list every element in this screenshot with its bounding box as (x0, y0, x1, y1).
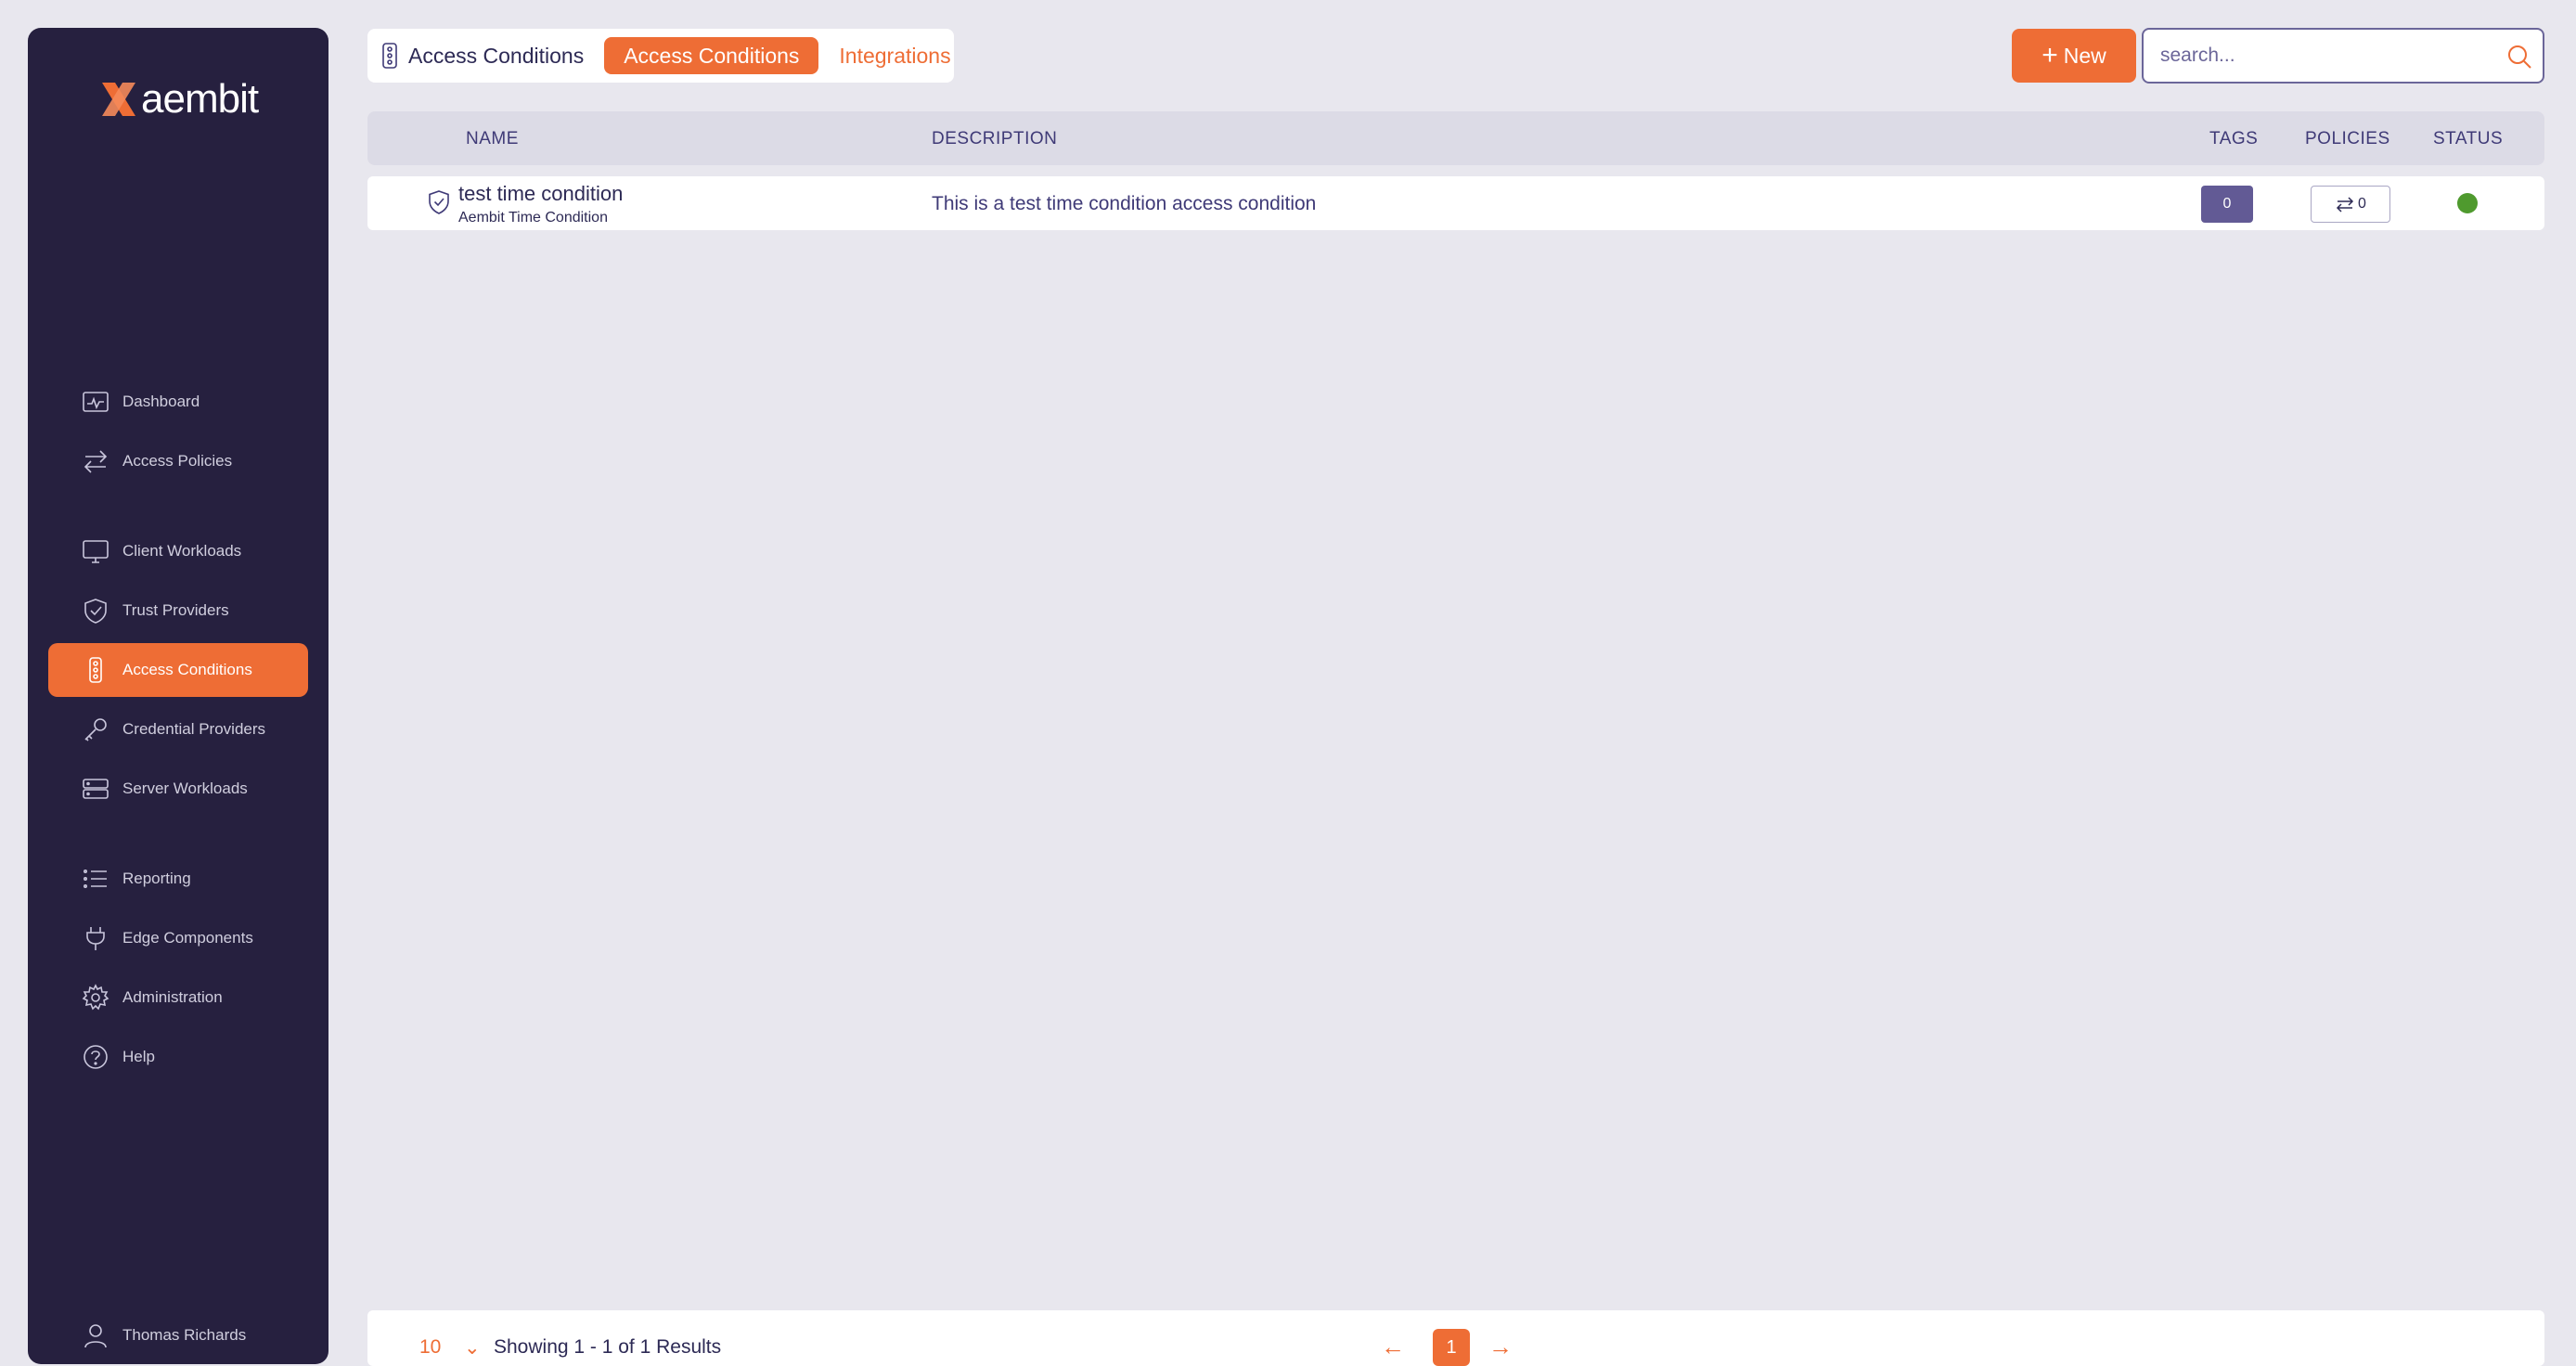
pagination-footer: 10 ⌄ Showing 1 - 1 of 1 Results ← 1 → (367, 1310, 2544, 1366)
condition-description: This is a test time condition access con… (932, 193, 1317, 214)
brand-name: aembit (141, 76, 259, 122)
sidebar-item-label: Administration (122, 988, 223, 1006)
shield-check-icon (429, 190, 449, 214)
sidebar-item-credential-providers[interactable]: Credential Providers (48, 702, 308, 756)
arrow-left-icon[interactable]: ← (1381, 1333, 1405, 1361)
page-size-select[interactable]: 10 (419, 1336, 441, 1359)
aembit-logo[interactable]: aembit (98, 76, 259, 122)
sidebar-item-label: Access Conditions (122, 661, 252, 678)
sidebar-item-label: Client Workloads (122, 542, 242, 560)
page-title: Access Conditions (408, 43, 585, 68)
column-header-status[interactable]: STATUS (2433, 129, 2503, 149)
table-row[interactable]: test time condition Aembit Time Conditio… (367, 176, 2544, 230)
sidebar-item-trust-providers[interactable]: Trust Providers (48, 584, 308, 638)
sidebar-item-edge-components[interactable]: Edge Components (48, 911, 308, 965)
plus-icon: + (2041, 40, 2058, 71)
sidebar-item-label: Dashboard (122, 393, 200, 410)
tab-access-conditions[interactable]: Access Conditions (604, 37, 819, 74)
gear-icon (82, 984, 109, 1012)
policies-count-badge[interactable]: 0 (2311, 186, 2390, 223)
column-header-policies[interactable]: POLICIES (2305, 129, 2390, 149)
aembit-logo-mark-icon (102, 83, 135, 116)
sidebar-item-help[interactable]: Help (48, 1030, 308, 1084)
sidebar-item-client-workloads[interactable]: Client Workloads (48, 524, 308, 578)
server-icon (82, 775, 109, 803)
sidebar-item-dashboard[interactable]: Dashboard (48, 375, 308, 429)
sidebar-item-server-workloads[interactable]: Server Workloads (48, 762, 308, 816)
arrows-exchange-icon (82, 447, 109, 475)
sidebar-item-label: Reporting (122, 870, 191, 887)
sidebar: aembit Dashboard Access Policies Client … (28, 28, 328, 1364)
table-header: NAME DESCRIPTION TAGS POLICIES STATUS (367, 111, 2544, 165)
new-button[interactable]: + New (2012, 29, 2136, 83)
tab-integrations[interactable]: Integrations (839, 44, 950, 69)
sidebar-item-label: Help (122, 1048, 155, 1065)
tags-count-badge[interactable]: 0 (2201, 186, 2253, 223)
section-tabs-bar: Access Conditions Access Conditions Inte… (367, 29, 954, 83)
plug-icon (82, 924, 109, 952)
arrows-exchange-icon (2336, 197, 2354, 213)
column-header-tags[interactable]: TAGS (2209, 129, 2258, 149)
help-circle-icon (82, 1043, 109, 1071)
user-icon (82, 1321, 109, 1349)
sidebar-item-label: Credential Providers (122, 720, 266, 738)
policies-count: 0 (2358, 196, 2366, 212)
traffic-light-icon (82, 656, 109, 684)
status-active-indicator (2457, 193, 2478, 213)
search-input[interactable] (2160, 30, 2494, 82)
column-header-description[interactable]: DESCRIPTION (932, 129, 1057, 149)
sidebar-item-access-policies[interactable]: Access Policies (48, 434, 308, 488)
arrow-right-icon[interactable]: → (1488, 1333, 1513, 1361)
results-summary: Showing 1 - 1 of 1 Results (494, 1336, 722, 1358)
column-header-name[interactable]: NAME (466, 129, 519, 149)
sidebar-item-access-conditions[interactable]: Access Conditions (48, 643, 308, 697)
new-button-label: New (2063, 43, 2106, 68)
sidebar-item-label: Trust Providers (122, 601, 229, 619)
sidebar-item-administration[interactable]: Administration (48, 971, 308, 1024)
chevron-down-icon[interactable]: ⌄ (464, 1336, 481, 1360)
user-menu[interactable]: Thomas Richards (48, 1308, 308, 1362)
dashboard-icon (82, 388, 109, 416)
condition-type: Aembit Time Condition (458, 210, 608, 226)
shield-check-icon (82, 597, 109, 625)
traffic-light-icon (382, 43, 397, 69)
page-number-current[interactable]: 1 (1433, 1329, 1470, 1366)
sidebar-item-label: Edge Components (122, 929, 253, 947)
sidebar-item-label: Server Workloads (122, 780, 248, 797)
monitor-icon (82, 537, 109, 565)
condition-name[interactable]: test time condition (458, 182, 623, 206)
key-icon (82, 715, 109, 743)
search-icon[interactable] (2505, 43, 2533, 71)
sidebar-item-label: Access Policies (122, 452, 233, 470)
list-icon (82, 865, 109, 893)
search-box (2142, 28, 2544, 84)
user-name: Thomas Richards (122, 1326, 247, 1344)
sidebar-item-reporting[interactable]: Reporting (48, 852, 308, 906)
